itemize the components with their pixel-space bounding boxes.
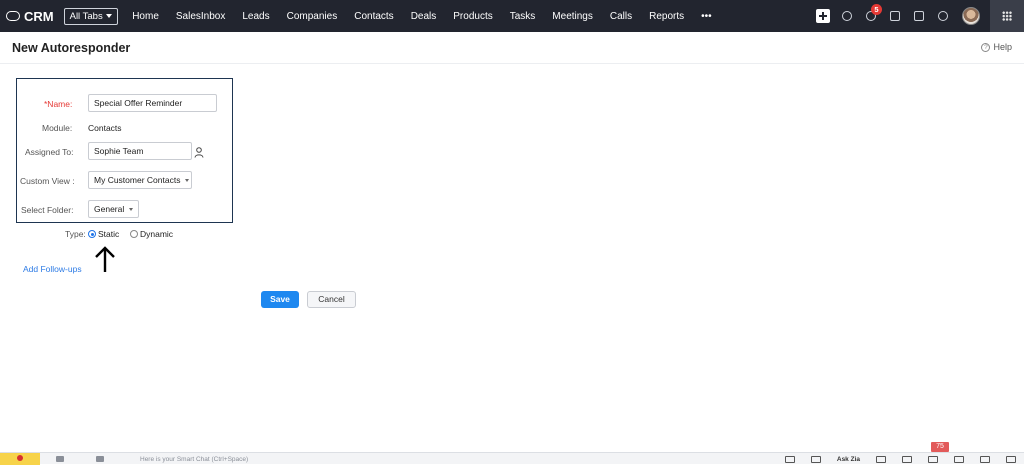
alarm-icon[interactable] [954,455,964,463]
type-static-label: Static [98,229,120,239]
undo-icon[interactable] [902,455,912,463]
crm-logo-icon [6,11,20,21]
channels-icon[interactable] [40,453,80,465]
tab-home[interactable]: Home [124,11,168,22]
announcement-icon[interactable] [810,455,821,463]
top-navigation-bar: CRM All Tabs Home SalesInbox Leads Compa… [0,0,1024,32]
help-link[interactable]: ? Help [981,42,1012,52]
create-new-icon[interactable] [816,9,830,23]
radio-selected-icon [88,230,96,238]
translate-icon[interactable] [928,455,938,463]
page-title: New Autoresponder [12,40,131,55]
assigned-to-label: Assigned To: [25,147,74,157]
select-folder-label: Select Folder: [21,205,74,215]
type-dynamic-label: Dynamic [140,229,174,239]
chevron-down-icon [105,14,112,18]
bottom-right-tools: Ask Zia [777,453,1024,465]
name-input[interactable]: Special Offer Reminder [88,94,217,112]
module-value: Contacts [88,123,122,133]
user-avatar[interactable] [962,7,980,25]
screen-share-icon[interactable] [784,455,795,463]
module-label: Module: [42,123,73,133]
notifications-icon[interactable]: 5 [866,4,882,21]
cancel-button[interactable]: Cancel [307,291,356,308]
tab-companies[interactable]: Companies [278,11,346,22]
nav-tabs: Home SalesInbox Leads Companies Contacts… [124,11,720,22]
add-follow-ups-link[interactable]: Add Follow-ups [23,264,82,274]
refresh-icon[interactable] [980,455,990,463]
radio-unselected-icon [130,230,138,238]
grid-icon [1002,11,1012,21]
contacts-glyph-icon [96,456,104,462]
custom-view-value: My Customer Contacts [94,175,181,185]
assigned-to-input[interactable]: Sophie Team [88,142,192,160]
tab-tasks[interactable]: Tasks [501,11,544,22]
more-icon[interactable] [1006,455,1016,463]
all-tabs-label: All Tabs [69,10,103,22]
bottom-toolbar: Here is your Smart Chat (Ctrl+Space) Ask… [0,442,1024,465]
tab-products[interactable]: Products [445,11,501,22]
page-header: New Autoresponder ? Help [0,32,1024,64]
apps-grid-button[interactable] [990,0,1024,32]
tab-meetings[interactable]: Meetings [544,11,602,22]
save-button[interactable]: Save [261,291,299,308]
search-icon[interactable] [842,11,852,21]
tab-contacts[interactable]: Contacts [346,11,402,22]
brand-name: CRM [24,8,54,24]
bottom-left-apps: Here is your Smart Chat (Ctrl+Space) [0,453,248,465]
tab-calls[interactable]: Calls [601,11,640,22]
select-folder-select[interactable]: General [88,200,139,218]
edit-icon[interactable] [876,455,886,463]
more-tabs-icon[interactable]: ••• [693,11,721,22]
help-label: Help [993,42,1012,52]
tab-reports[interactable]: Reports [641,11,693,22]
chat-logo-icon [17,455,23,461]
chevron-down-icon [185,178,190,182]
channels-glyph-icon [56,456,64,462]
tab-leads[interactable]: Leads [234,11,278,22]
type-dynamic-radio[interactable]: Dynamic [130,229,173,239]
contacts-icon[interactable] [80,453,120,465]
top-right-tools: 5 [816,0,1024,32]
notification-badge: 5 [871,4,882,15]
name-label: *Name: [44,99,73,109]
type-static-radio[interactable]: Static [88,229,119,239]
pointer-arrow-icon [95,246,115,272]
ask-zia-button[interactable]: Ask Zia [837,456,860,463]
help-icon: ? [981,42,991,52]
smart-chat-input[interactable]: Here is your Smart Chat (Ctrl+Space) [140,456,248,463]
chat-app-icon[interactable] [0,453,40,465]
custom-view-select[interactable]: My Customer Contacts [88,171,192,189]
calendar-icon[interactable] [890,11,900,21]
marketplace-icon[interactable] [914,11,924,21]
type-label: Type: [65,229,86,239]
select-folder-value: General [94,204,125,214]
tab-salesinbox[interactable]: SalesInbox [167,11,233,22]
user-lookup-icon[interactable] [194,147,204,158]
crm-logo[interactable]: CRM [6,9,54,24]
chevron-down-icon [129,207,134,211]
custom-view-label: Custom View : [20,176,75,186]
tab-deals[interactable]: Deals [402,11,445,22]
settings-gear-icon[interactable] [938,11,948,21]
recent-count-badge: 75 [931,442,949,452]
all-tabs-button[interactable]: All Tabs [63,7,118,25]
